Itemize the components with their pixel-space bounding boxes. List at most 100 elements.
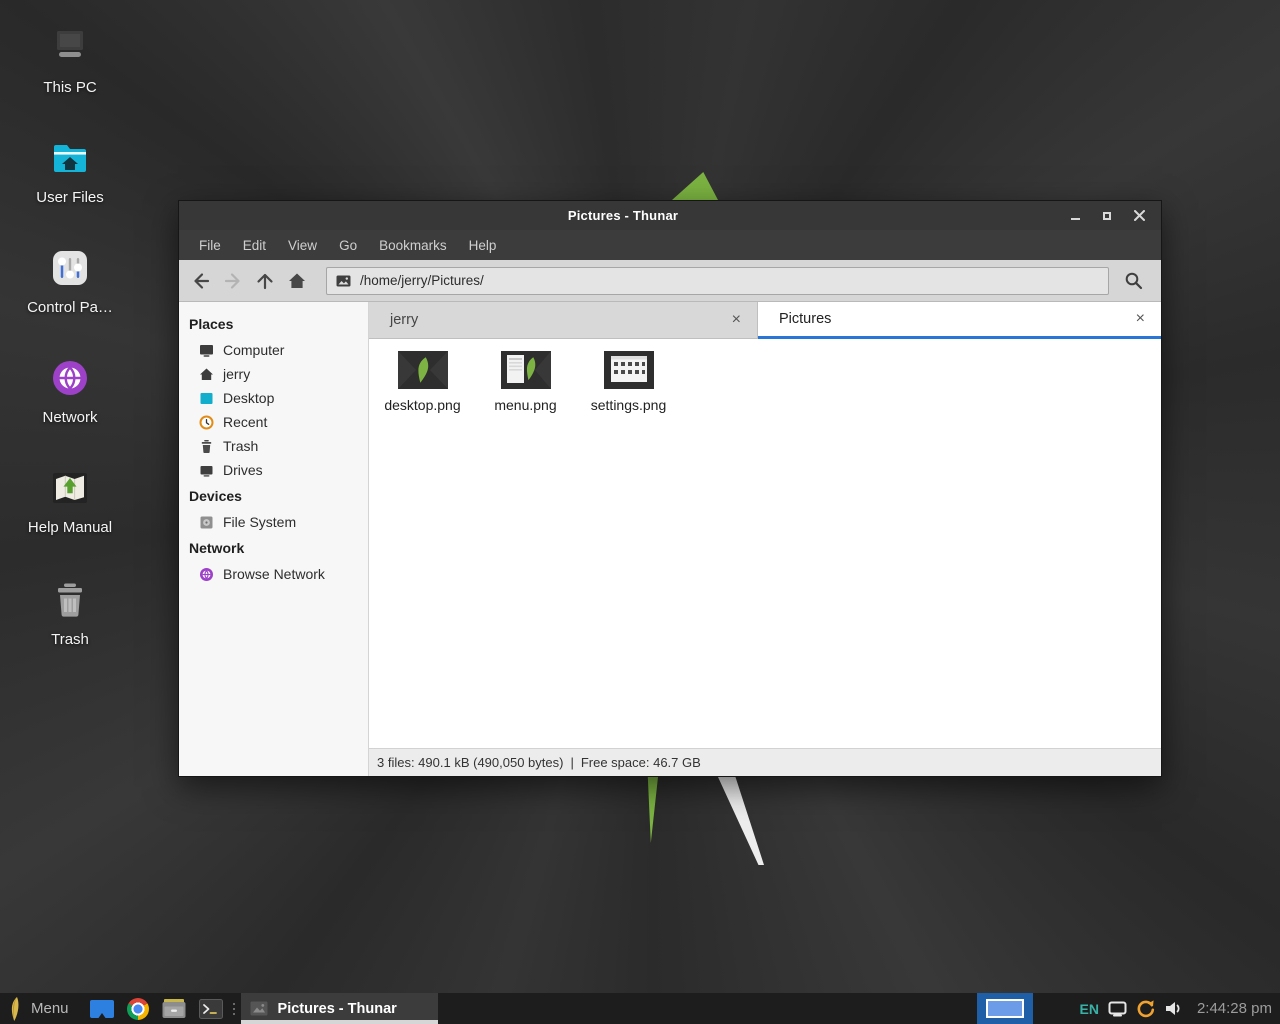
sidebar-item-file-system[interactable]: File System bbox=[179, 510, 368, 534]
window-title: Pictures - Thunar bbox=[179, 208, 1067, 223]
maximize-icon bbox=[1103, 212, 1111, 220]
back-button[interactable] bbox=[185, 265, 217, 297]
blue-desktop-icon bbox=[89, 998, 115, 1020]
file-name: menu.png bbox=[474, 397, 577, 413]
forward-button[interactable] bbox=[217, 265, 249, 297]
desktop-icon-network[interactable]: Network bbox=[10, 354, 130, 426]
home-icon bbox=[287, 271, 307, 291]
launcher-terminal[interactable] bbox=[199, 993, 223, 1024]
launcher-chrome[interactable] bbox=[127, 993, 149, 1024]
display-tray-button[interactable] bbox=[1108, 1001, 1127, 1017]
file-settings-png[interactable]: settings.png bbox=[577, 351, 680, 413]
taskbar-window-button[interactable]: Pictures - Thunar bbox=[241, 993, 438, 1024]
search-button[interactable] bbox=[1115, 265, 1153, 297]
thunar-task-icon bbox=[250, 1001, 268, 1016]
path-bar[interactable]: /home/jerry/Pictures/ bbox=[326, 267, 1109, 295]
browse-network-icon bbox=[199, 567, 214, 582]
tab-jerry[interactable]: jerry × bbox=[369, 302, 758, 339]
settings-png-thumbnail bbox=[604, 351, 654, 389]
desktop-icon-label: Trash bbox=[10, 631, 130, 648]
home-button[interactable] bbox=[281, 265, 313, 297]
file-cabinet-icon bbox=[161, 998, 187, 1019]
path-text: /home/jerry/Pictures/ bbox=[360, 273, 484, 288]
sidebar-item-computer[interactable]: Computer bbox=[179, 338, 368, 362]
desktop-icon-help-manual[interactable]: Help Manual bbox=[10, 464, 130, 536]
desktop-icon-trash[interactable]: Trash bbox=[10, 576, 130, 648]
active-workspace[interactable] bbox=[986, 999, 1024, 1018]
home-small-icon bbox=[199, 367, 214, 382]
tab-pictures[interactable]: Pictures × bbox=[758, 302, 1161, 339]
tab-close-icon[interactable]: × bbox=[730, 312, 743, 328]
volume-button[interactable] bbox=[1164, 1000, 1183, 1017]
file-view[interactable]: desktop.png menu.png bbox=[369, 339, 1161, 748]
menu-bookmarks[interactable]: Bookmarks bbox=[368, 238, 458, 253]
menu-edit[interactable]: Edit bbox=[232, 238, 277, 253]
window-titlebar[interactable]: Pictures - Thunar bbox=[179, 201, 1161, 230]
file-menu-png[interactable]: menu.png bbox=[474, 351, 577, 413]
desktop-png-thumbnail bbox=[398, 351, 448, 389]
up-button[interactable] bbox=[249, 265, 281, 297]
tab-close-icon[interactable]: × bbox=[1134, 311, 1147, 327]
speaker-icon bbox=[1164, 1000, 1183, 1017]
computer-icon bbox=[199, 343, 214, 358]
minimize-button[interactable] bbox=[1065, 206, 1085, 226]
control-panel-icon bbox=[46, 244, 94, 292]
this-pc-icon bbox=[46, 24, 94, 72]
tab-label: Pictures bbox=[779, 311, 831, 327]
status-separator: | bbox=[570, 755, 573, 770]
menu-png-thumbnail bbox=[501, 351, 551, 389]
sidebar-item-browse-network[interactable]: Browse Network bbox=[179, 562, 368, 586]
launcher-desktop[interactable] bbox=[89, 993, 115, 1024]
sidebar-item-label: Recent bbox=[223, 414, 267, 430]
sidebar-item-trash[interactable]: Trash bbox=[179, 434, 368, 458]
sidebar-header-network: Network bbox=[179, 534, 368, 562]
system-tray: EN 2:44:28 pm bbox=[977, 993, 1280, 1024]
maximize-button[interactable] bbox=[1097, 206, 1117, 226]
menu-go[interactable]: Go bbox=[328, 238, 368, 253]
desktop-icon-label: Control Pa… bbox=[10, 299, 130, 316]
network-globe-icon bbox=[46, 354, 94, 402]
forward-icon bbox=[223, 271, 243, 291]
panel-handle[interactable] bbox=[233, 1003, 235, 1015]
chrome-icon bbox=[127, 998, 149, 1020]
sidebar-item-jerry[interactable]: jerry bbox=[179, 362, 368, 386]
desktop-icon-this-pc[interactable]: This PC bbox=[10, 24, 130, 96]
file-name: settings.png bbox=[577, 397, 680, 413]
sidebar-item-label: Computer bbox=[223, 342, 284, 358]
workspace-switcher[interactable] bbox=[977, 993, 1033, 1024]
window-controls bbox=[1065, 206, 1161, 226]
desktop-icon-control-panel[interactable]: Control Pa… bbox=[10, 244, 130, 316]
desktop-icon-user-files[interactable]: User Files bbox=[10, 134, 130, 206]
menu-view[interactable]: View bbox=[277, 238, 328, 253]
content-pane: jerry × Pictures × desktop.png bbox=[369, 302, 1161, 776]
sidebar-item-label: File System bbox=[223, 514, 296, 530]
up-arrow-icon bbox=[255, 271, 275, 291]
status-free-space: Free space: 46.7 GB bbox=[581, 755, 701, 770]
file-system-drive-icon bbox=[199, 515, 214, 530]
menu-help[interactable]: Help bbox=[458, 238, 508, 253]
desktop-small-icon bbox=[199, 391, 214, 406]
sidebar-item-label: jerry bbox=[223, 366, 250, 382]
close-button[interactable] bbox=[1129, 206, 1149, 226]
taskbar-clock[interactable]: 2:44:28 pm bbox=[1197, 1000, 1272, 1017]
sidebar-item-recent[interactable]: Recent bbox=[179, 410, 368, 434]
sidebar-item-desktop[interactable]: Desktop bbox=[179, 386, 368, 410]
launcher-file-manager[interactable] bbox=[161, 993, 187, 1024]
linux-lite-feather-icon bbox=[6, 996, 24, 1022]
file-desktop-png[interactable]: desktop.png bbox=[371, 351, 474, 413]
keyboard-layout-indicator[interactable]: EN bbox=[1079, 1001, 1098, 1017]
trash-icon bbox=[46, 576, 94, 624]
start-menu-label[interactable]: Menu bbox=[31, 1000, 69, 1017]
recent-clock-icon bbox=[199, 415, 214, 430]
desktop-icon-label: This PC bbox=[10, 79, 130, 96]
display-icon bbox=[1108, 1001, 1127, 1017]
search-icon bbox=[1124, 271, 1144, 291]
menu-file[interactable]: File bbox=[188, 238, 232, 253]
window-main: Places Computer jerry Desktop Recent Tra… bbox=[179, 302, 1161, 776]
start-menu-button[interactable] bbox=[6, 993, 24, 1024]
home-folder-icon bbox=[46, 134, 94, 182]
sidebar-header-places: Places bbox=[179, 310, 368, 338]
update-manager-button[interactable] bbox=[1135, 998, 1156, 1019]
sidebar-item-drives[interactable]: Drives bbox=[179, 458, 368, 482]
terminal-icon bbox=[199, 999, 223, 1019]
